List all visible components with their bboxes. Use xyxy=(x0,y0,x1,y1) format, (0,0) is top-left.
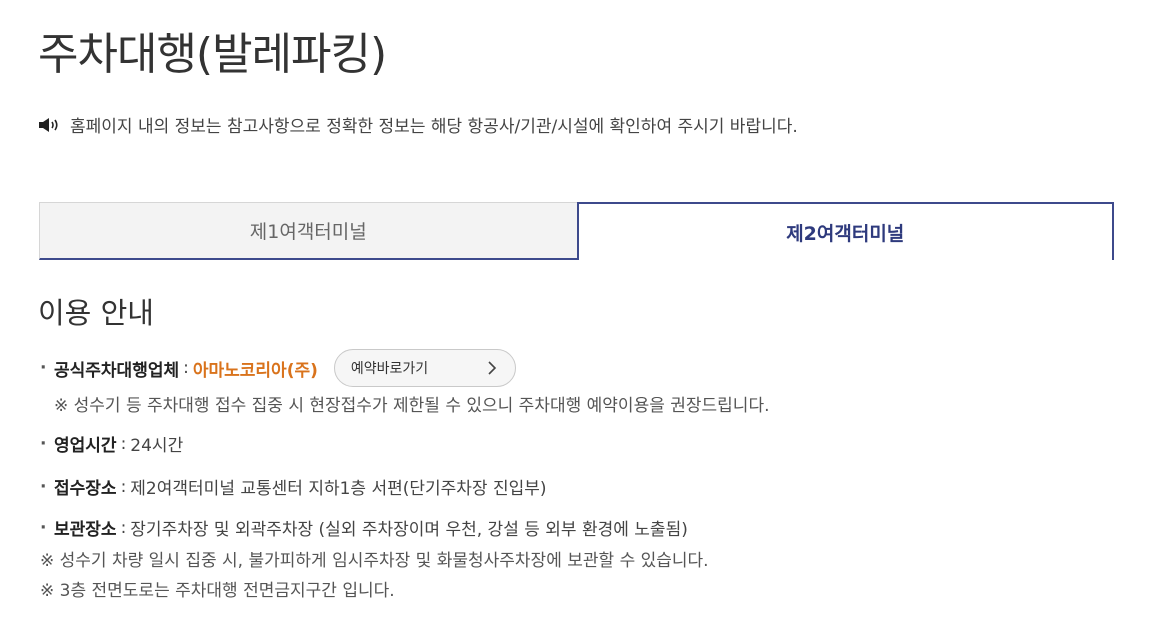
chevron-right-icon xyxy=(487,361,497,375)
vendor-label: 공식주차대행업체 xyxy=(54,360,180,381)
reception-label: 접수장소 xyxy=(54,479,117,499)
reception-value: 제2여객터미널 교통센터 지하1층 서편(단기주차장 진입부) xyxy=(130,479,547,499)
separator: : xyxy=(120,433,127,454)
bullet: · xyxy=(40,517,47,538)
hours-label: 영업시간 xyxy=(54,436,117,456)
hours-row: · 영업시간 : 24시간 xyxy=(40,431,184,457)
notice-text: 홈페이지 내의 정보는 참고사항으로 정확한 정보는 해당 항공사/기관/시설에… xyxy=(70,117,798,137)
storage-label: 보관장소 xyxy=(54,520,117,540)
storage-note-1: ※ 성수기 차량 일시 집중 시, 불가피하게 임시주차장 및 화물청사주차장에… xyxy=(40,551,709,571)
hours-value: 24시간 xyxy=(130,436,184,456)
page-title: 주차대행(발레파킹) xyxy=(38,29,387,80)
storage-note-2: ※ 3층 전면도로는 주차대행 전면금지구간 입니다. xyxy=(40,581,395,601)
separator: : xyxy=(120,517,127,538)
tab-terminal-2[interactable]: 제2여객터미널 xyxy=(576,202,1114,260)
bullet: · xyxy=(40,358,47,378)
reception-row: · 접수장소 : 제2여객터미널 교통센터 지하1층 서편(단기주차장 진입부) xyxy=(40,474,547,500)
separator: : xyxy=(183,358,189,378)
reserve-button-label: 예약바로가기 xyxy=(350,361,429,377)
vendor-row: · 공식주차대행업체 : 아마노코리아(주) 예약바로가기 xyxy=(40,349,516,387)
vendor-name: 아마노코리아(주) xyxy=(192,360,318,381)
section-title: 이용 안내 xyxy=(38,296,154,330)
separator: : xyxy=(120,476,127,497)
terminal-tabs: 제1여객터미널 제2여객터미널 xyxy=(39,202,1114,260)
reserve-button[interactable]: 예약바로가기 xyxy=(333,349,516,387)
notice: 홈페이지 내의 정보는 참고사항으로 정확한 정보는 해당 항공사/기관/시설에… xyxy=(38,112,798,137)
bullet: · xyxy=(40,476,47,497)
vendor-note: ※ 성수기 등 주차대행 접수 집중 시 현장접수가 제한될 수 있으니 주차대… xyxy=(54,396,770,416)
speaker-icon xyxy=(38,117,62,133)
storage-row: · 보관장소 : 장기주차장 및 외곽주차장 (실외 주차장이며 우천, 강설 … xyxy=(40,515,688,541)
bullet: · xyxy=(40,433,47,454)
tab-terminal-1[interactable]: 제1여객터미널 xyxy=(39,202,577,260)
storage-value: 장기주차장 및 외곽주차장 (실외 주차장이며 우천, 강설 등 외부 환경에 … xyxy=(130,520,688,540)
